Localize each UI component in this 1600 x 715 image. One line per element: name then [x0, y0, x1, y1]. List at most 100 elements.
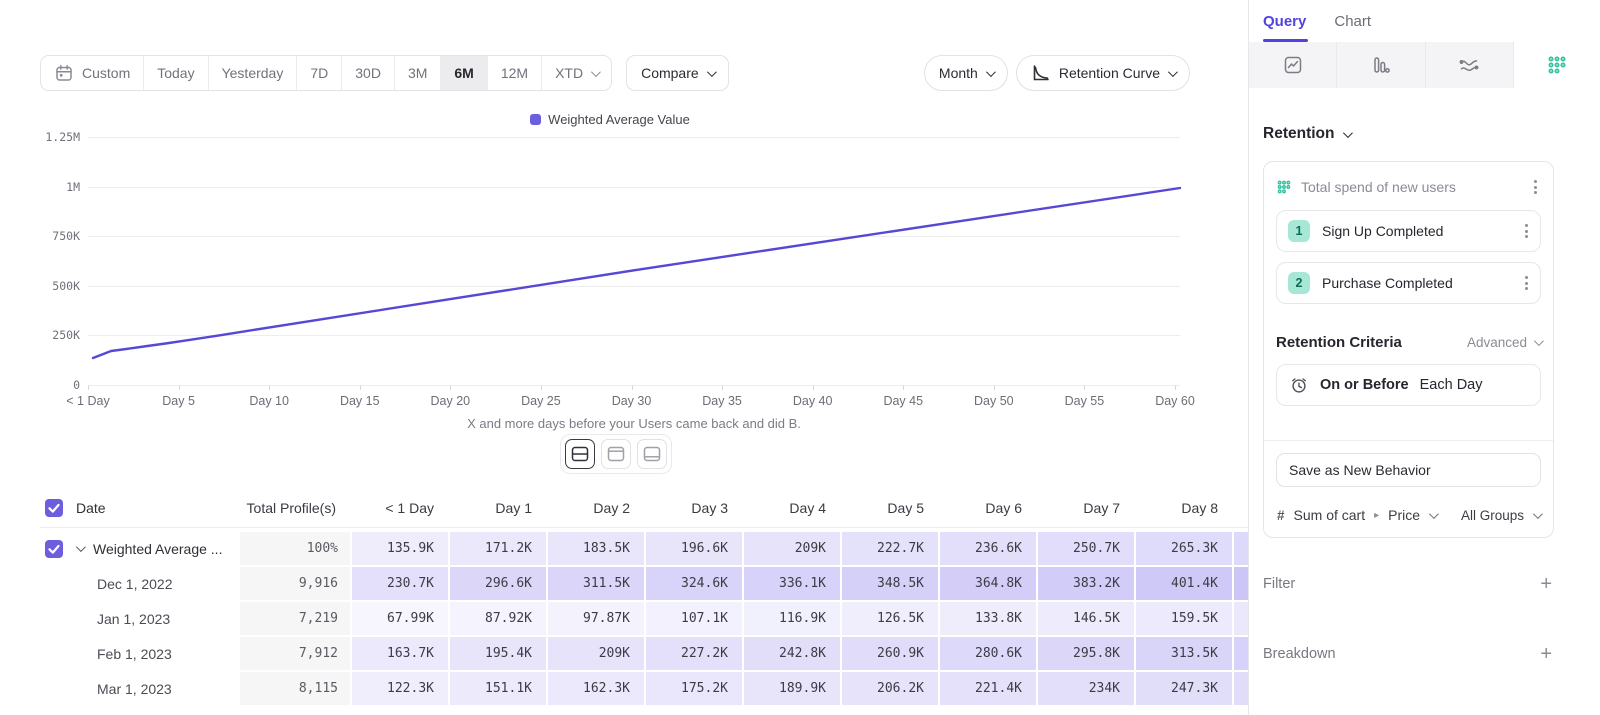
behavior-menu-button[interactable] — [1530, 176, 1541, 198]
retention-curve-icon — [1031, 63, 1051, 83]
numeric-property-icon: # — [1277, 508, 1285, 523]
retention-value-cell-partial — [1234, 672, 1248, 705]
range-button-12m[interactable]: 12M — [488, 56, 542, 90]
retention-value-cell: 159.5K — [1136, 602, 1232, 635]
toolbar: Custom Today Yesterday 7D 30D3M6M12MXTD Comp… — [40, 55, 1190, 91]
x-axis-tick-label: Day 25 — [503, 394, 579, 408]
range-button-30d[interactable]: 30D — [342, 56, 395, 90]
row-expand-chevron[interactable] — [76, 542, 86, 552]
x-axis-tick — [1084, 385, 1085, 390]
event-menu-button[interactable] — [1521, 272, 1532, 294]
x-axis-tick — [813, 385, 814, 390]
report-tab-insights[interactable] — [1249, 42, 1337, 88]
column-header-label: Day 2 — [593, 500, 630, 516]
measure-label[interactable]: Sum of cart — [1294, 507, 1366, 523]
retention-value-cell: 236.6K — [940, 532, 1036, 565]
range-label: Yesterday — [222, 65, 284, 81]
event-step-1[interactable]: 1 Sign Up Completed — [1276, 210, 1541, 252]
chevron-down-icon — [591, 67, 601, 77]
chevron-down-icon — [1533, 509, 1543, 519]
retention-criteria-label: Retention Criteria — [1276, 334, 1402, 351]
retention-value-cell: 196.6K — [646, 532, 742, 565]
x-axis-tick — [179, 385, 180, 390]
tab-query[interactable]: Query — [1263, 0, 1306, 42]
column-header--1-day: < 1 Day — [352, 488, 448, 527]
chart-only-view-button[interactable] — [601, 439, 631, 469]
retention-value-cell: 230.7K — [352, 567, 448, 600]
measure-property[interactable]: Price — [1388, 507, 1420, 523]
table-row: Feb 1, 20237,912163.7K195.4K209K227.2K24… — [40, 637, 1248, 670]
query-sidebar: Query Chart Retention Total spend of new… — [1248, 0, 1600, 715]
x-axis-tick-label: Day 45 — [865, 394, 941, 408]
row-label: Weighted Average ... — [93, 541, 222, 557]
x-axis-tick-label: Day 55 — [1046, 394, 1122, 408]
breakdown-section: Breakdown + — [1263, 644, 1552, 664]
chart-type-button[interactable]: Retention Curve — [1016, 55, 1190, 91]
criteria-mode-label: Advanced — [1467, 335, 1527, 350]
retention-report-app: Custom Today Yesterday 7D 30D3M6M12MXTD Comp… — [0, 0, 1600, 715]
retention-value-cell-partial — [1234, 532, 1248, 565]
range-label: Today — [157, 65, 194, 81]
divider — [1264, 440, 1553, 441]
report-tab-retention[interactable] — [1514, 42, 1600, 88]
checkbox-checked[interactable] — [45, 499, 63, 517]
chart-type-label: Retention Curve — [1059, 65, 1160, 81]
total-profiles-cell: 7,912 — [240, 637, 350, 670]
split-view-button[interactable] — [565, 439, 595, 469]
retention-value-cell: 242.8K — [744, 637, 840, 670]
add-filter-button[interactable]: + — [1540, 574, 1552, 594]
event-step-2[interactable]: 2 Purchase Completed — [1276, 262, 1541, 304]
chevron-down-icon — [1534, 336, 1544, 346]
chart-plot — [88, 110, 1188, 392]
report-tab-flows[interactable] — [1426, 42, 1514, 88]
checkbox-checked[interactable] — [45, 540, 63, 558]
criteria-mode-dropdown[interactable]: Advanced — [1467, 335, 1541, 350]
range-button-custom[interactable]: Custom — [41, 56, 144, 90]
x-axis-tick — [88, 385, 89, 390]
column-header-label: < 1 Day — [385, 500, 434, 516]
group-by-dropdown[interactable]: All Groups — [1461, 508, 1524, 523]
sidebar-content: Retention Total spend of new users 1 — [1263, 88, 1554, 664]
column-header-label: Day 3 — [691, 500, 728, 516]
retention-value-cell: 126.5K — [842, 602, 938, 635]
retention-value-cell: 336.1K — [744, 567, 840, 600]
retention-value-cell-partial — [1234, 637, 1248, 670]
retention-section-dropdown[interactable]: Retention — [1263, 125, 1554, 143]
range-label: 7D — [310, 65, 328, 81]
range-button-6m[interactable]: 6M — [441, 56, 487, 90]
report-type-tabs — [1249, 42, 1600, 88]
range-button-today[interactable]: Today — [144, 56, 208, 90]
granularity-button[interactable]: Month — [924, 55, 1008, 91]
retention-value-cell: 97.87K — [548, 602, 644, 635]
table-only-view-button[interactable] — [637, 439, 667, 469]
retention-icon — [1546, 54, 1568, 76]
save-as-new-behavior-button[interactable]: Save as New Behavior — [1276, 453, 1541, 487]
compare-button[interactable]: Compare — [626, 55, 729, 91]
range-button-yesterday[interactable]: Yesterday — [209, 56, 298, 90]
flows-icon — [1458, 54, 1480, 76]
total-profiles-cell: 9,916 — [240, 567, 350, 600]
breadcrumb-arrow-icon: ▸ — [1374, 510, 1379, 521]
retention-table: DateTotal Profile(s)< 1 DayDay 1Day 2Day… — [40, 488, 1248, 707]
chevron-down-icon — [986, 67, 996, 77]
breakdown-label: Breakdown — [1263, 646, 1336, 662]
event-menu-button[interactable] — [1521, 220, 1532, 242]
condition-value: Each Day — [1420, 377, 1483, 393]
x-axis-tick-label: < 1 Day — [50, 394, 126, 408]
column-header-label: Day 8 — [1181, 500, 1218, 516]
retention-value-cell: 209K — [548, 637, 644, 670]
tab-chart[interactable]: Chart — [1334, 0, 1371, 42]
sidebar-tabs: Query Chart — [1249, 0, 1600, 42]
retention-value-cell: 311.5K — [548, 567, 644, 600]
range-button-3m[interactable]: 3M — [395, 56, 441, 90]
retention-value-cell: 234K — [1038, 672, 1134, 705]
column-header-label: Day 4 — [789, 500, 826, 516]
row-label-cell: Weighted Average ... — [40, 532, 238, 565]
range-button-xtd[interactable]: XTD — [542, 56, 611, 90]
behavior-card: Total spend of new users 1 Sign Up Compl… — [1263, 161, 1554, 538]
retention-value-cell: 209K — [744, 532, 840, 565]
report-tab-funnels[interactable] — [1337, 42, 1425, 88]
range-button-7d[interactable]: 7D — [297, 56, 342, 90]
add-breakdown-button[interactable]: + — [1540, 644, 1552, 664]
criteria-condition-card[interactable]: On or Before Each Day — [1276, 364, 1541, 406]
